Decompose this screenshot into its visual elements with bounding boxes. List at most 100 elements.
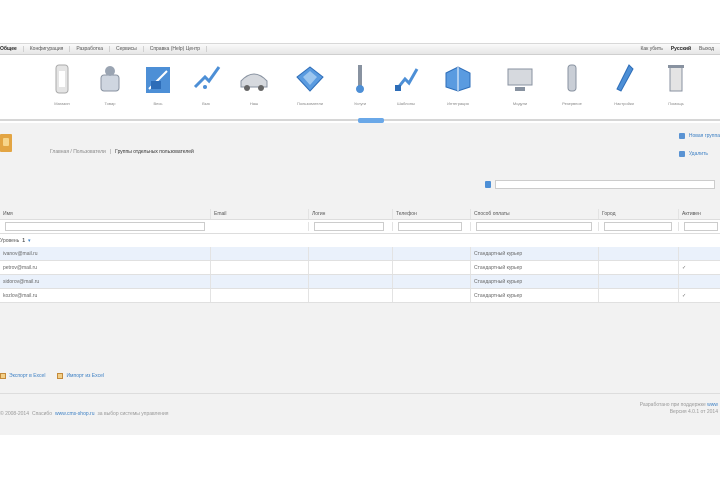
bottle-icon: [100, 66, 120, 92]
bottle-icon: [567, 64, 577, 92]
menu-development[interactable]: Разработка: [70, 46, 110, 52]
search-box: [485, 180, 715, 189]
filter-input-name[interactable]: [5, 222, 205, 231]
filter-cell: [470, 222, 598, 231]
users-grid: Имя Email Логин Телефон Способ оплаты Го…: [0, 209, 720, 303]
filter-input-login[interactable]: [314, 222, 384, 231]
excel-icon: [0, 373, 6, 379]
breadcrumb-separator: |: [109, 149, 112, 155]
user-link[interactable]: Как убить: [640, 46, 662, 52]
breadcrumb-parent[interactable]: Главная / Пользователи: [50, 149, 106, 155]
filter-input-phone[interactable]: [398, 222, 462, 231]
tool-label: Весь: [153, 101, 163, 106]
cell-login: [308, 247, 392, 260]
menu-configuration[interactable]: Конфигурация: [24, 46, 71, 52]
menu-help[interactable]: Справка (Help) Центр: [144, 46, 208, 52]
cell-active: [678, 275, 720, 288]
tool-shop[interactable]: Магазин: [42, 61, 82, 106]
group-label: Уровень: [0, 237, 20, 244]
tool-modules[interactable]: Модули: [500, 61, 540, 106]
cell-name: sidorov@mail.ru: [3, 278, 40, 285]
tool-backup[interactable]: Резервное: [552, 61, 592, 106]
tool-label: Резервное: [562, 101, 582, 106]
main-content: Главная / Пользователи | Группы отдельны…: [0, 123, 720, 393]
footer-site-link[interactable]: www.cms-shop.ru: [55, 411, 94, 417]
new-group-label: Новая группа: [688, 133, 720, 139]
filter-input-city[interactable]: [604, 222, 672, 231]
logout-link[interactable]: Выход: [699, 46, 714, 52]
table-row[interactable]: kozlov@mail.ru Стандартный курьер ✓: [0, 289, 720, 303]
import-excel-link[interactable]: Импорт из Excel: [57, 373, 104, 379]
delete-button[interactable]: Удалить: [678, 151, 720, 157]
footer-version: Версия 4.0.1 от 2014: [669, 409, 718, 415]
menu-services[interactable]: Сервисы: [110, 46, 144, 52]
cell-phone: [392, 261, 470, 274]
tool-services[interactable]: Услуги: [340, 61, 380, 106]
footer: © 2008-2014 Спасибо www.cms-shop.ru за в…: [0, 393, 720, 435]
copyright-text: © 2008-2014: [0, 411, 29, 417]
tool-users[interactable]: Пользователи: [290, 61, 330, 106]
cell-email: [210, 275, 308, 288]
tool-label: Пользователи: [296, 101, 324, 106]
footer-tagline: за выбор системы управления: [97, 411, 169, 417]
tool-label: Товар: [104, 101, 116, 106]
column-header[interactable]: Имя: [0, 209, 210, 219]
group-value: 1: [22, 237, 26, 244]
filter-cell: [0, 222, 210, 231]
tool-settings[interactable]: Настройки: [604, 61, 644, 106]
box-icon: [146, 67, 170, 93]
language-selector[interactable]: Русский: [671, 46, 691, 52]
column-header[interactable]: Активен: [678, 209, 720, 219]
bottom-links: Экспорт в Excel Импорт из Excel: [0, 373, 104, 379]
tool-view[interactable]: Вью: [186, 61, 226, 106]
tool-product[interactable]: Товар: [90, 61, 130, 106]
grid-header: Имя Email Логин Телефон Способ оплаты Го…: [0, 209, 720, 220]
group-row[interactable]: Уровень 1 ▾: [0, 234, 720, 247]
filter-cell: [678, 222, 720, 231]
cell-login: [308, 261, 392, 274]
menu-general[interactable]: Общее: [0, 46, 24, 52]
filter-input-active[interactable]: [684, 222, 718, 231]
cell-phone: [392, 247, 470, 260]
chevron-down-icon[interactable]: ▾: [28, 238, 31, 244]
search-icon: [485, 181, 491, 188]
filter-input-payment[interactable]: [476, 222, 592, 231]
filter-cell: [392, 222, 470, 231]
icon-toolbar: Магазин Товар Весь Вью Наш Пользователи: [0, 55, 720, 121]
excel-icon: [57, 373, 64, 379]
breadcrumb: Главная / Пользователи | Группы отдельны…: [50, 149, 194, 155]
tool-templates[interactable]: Шаблоны: [386, 61, 426, 106]
column-header[interactable]: Город: [598, 209, 678, 219]
cell-city: [598, 247, 678, 260]
top-menu-bar: Общее Конфигурация Разработка Сервисы Сп…: [0, 43, 720, 55]
cell-email: [210, 261, 308, 274]
column-header[interactable]: Телефон: [392, 209, 470, 219]
user-menu: Как убить Русский Выход: [640, 46, 720, 52]
column-header[interactable]: Логин: [308, 209, 392, 219]
cell-city: [598, 289, 678, 302]
cell-active: ✓: [678, 289, 720, 302]
export-excel-link[interactable]: Экспорт в Excel: [0, 373, 45, 379]
breadcrumb-current: Группы отдельных пользователей: [115, 149, 194, 155]
table-row[interactable]: ivanov@mail.ru Стандартный курьер: [0, 247, 720, 261]
column-header[interactable]: Способ оплаты: [470, 209, 598, 219]
arrow-icon: [193, 66, 221, 89]
tool-all[interactable]: Весь: [138, 61, 178, 106]
tool-ours[interactable]: Наш: [234, 61, 274, 106]
footer-credit-link[interactable]: www: [707, 402, 718, 408]
footer-credit: Разработано при поддержке: [639, 402, 706, 408]
cell-name: kozlov@mail.ru: [3, 292, 38, 299]
tool-integration[interactable]: Интеграция: [438, 61, 478, 106]
tool-label: Интеграция: [447, 101, 469, 106]
table-row[interactable]: sidorov@mail.ru Стандартный курьер: [0, 275, 720, 289]
tool-help[interactable]: Помощь: [656, 61, 696, 106]
cell-name: ivanov@mail.ru: [3, 250, 38, 257]
tool-label: Вью: [202, 101, 210, 106]
new-group-button[interactable]: Новая группа: [678, 133, 720, 139]
delete-icon: [678, 151, 685, 157]
search-input[interactable]: [495, 180, 715, 189]
column-header[interactable]: Email: [210, 209, 308, 219]
tool-label: Магазин: [54, 101, 70, 106]
table-row[interactable]: petrov@mail.ru Стандартный курьер ✓: [0, 261, 720, 275]
tool-label: Услуги: [353, 101, 367, 106]
